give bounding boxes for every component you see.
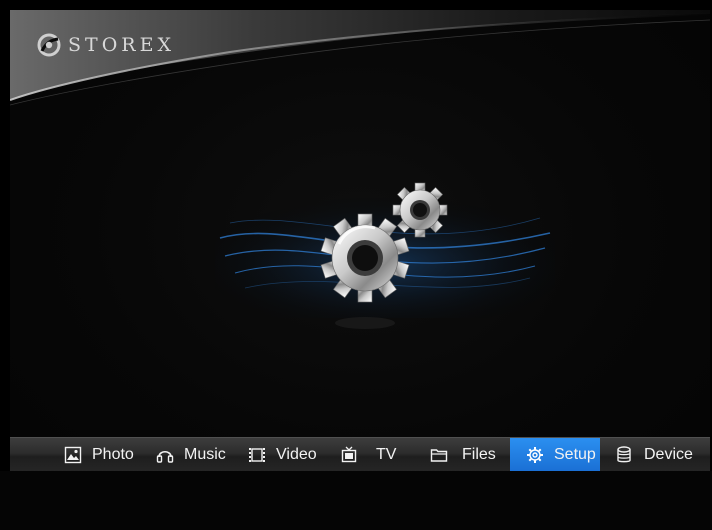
storex-logo: STOREX: [36, 32, 175, 58]
menu-label-files: Files: [462, 446, 496, 463]
bottom-strip: [0, 471, 712, 530]
menu-item-video[interactable]: Video: [244, 438, 322, 472]
menu-label-setup: Setup: [554, 446, 596, 463]
device-icon: [617, 446, 631, 463]
menu-item-tv[interactable]: TV: [336, 438, 406, 472]
menu-label-music: Music: [184, 446, 226, 463]
film-icon: [249, 448, 265, 462]
media-player-screen: STOREX Photo Music Video TV Files Setup …: [0, 0, 712, 530]
gear-icon: [527, 447, 543, 463]
tv-icon: [341, 446, 357, 463]
menu-item-music[interactable]: Music: [152, 438, 230, 472]
menu-item-files[interactable]: Files: [424, 438, 504, 472]
headphones-icon: [156, 450, 174, 463]
folder-icon: [430, 449, 448, 462]
photo-icon: [64, 446, 82, 464]
logo-text: STOREX: [68, 34, 175, 56]
menu-label-tv: TV: [376, 446, 397, 463]
main-menu-bar: Photo Music Video TV Files Setup Device: [10, 437, 710, 472]
letterbox-top: [0, 0, 712, 10]
menu-label-device: Device: [644, 446, 693, 463]
menu-label-video: Video: [276, 446, 317, 463]
gears-icon: [215, 182, 555, 329]
menu-label-photo: Photo: [92, 446, 134, 463]
storex-swirl-icon: [37, 33, 61, 57]
menu-item-device[interactable]: Device: [610, 438, 708, 472]
menu-item-setup[interactable]: Setup: [510, 438, 600, 472]
header-swoosh: [10, 10, 710, 106]
menu-item-photo[interactable]: Photo: [60, 438, 138, 472]
